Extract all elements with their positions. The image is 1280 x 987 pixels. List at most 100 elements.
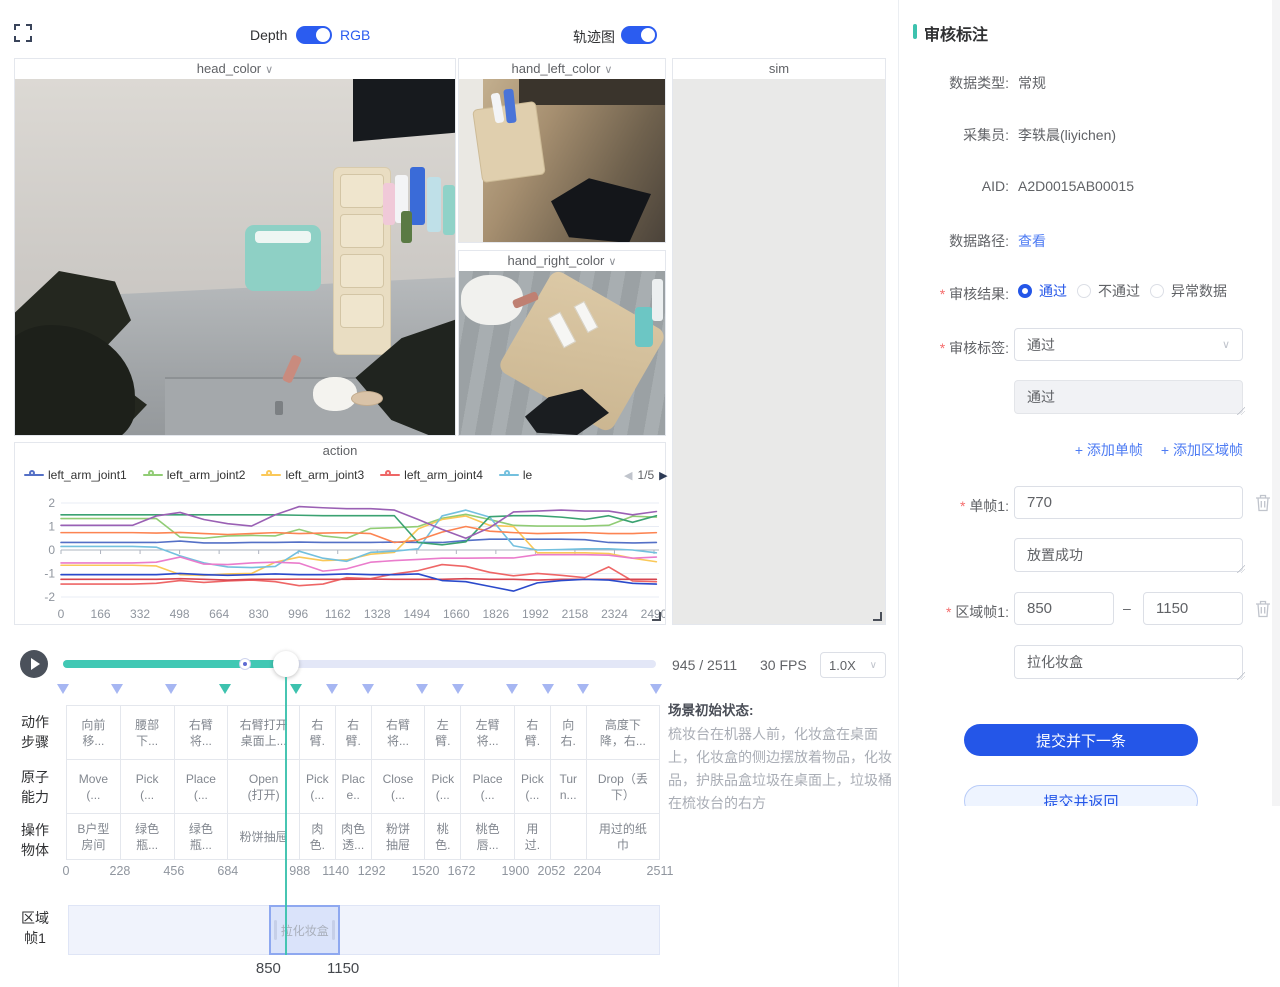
timeline-marker-icon[interactable] (326, 684, 338, 694)
table-cell-object: 绿色 瓶... (121, 814, 175, 859)
tag-note-textarea[interactable]: 通过 (1014, 380, 1243, 414)
table-cell-object: 桃 色. (425, 814, 461, 859)
sim-panel: sim (672, 58, 886, 625)
timeline-marker-icon[interactable] (452, 684, 464, 694)
data-path-view-link[interactable]: 查看 (1018, 231, 1046, 251)
speed-select[interactable]: 1.0X∨ (820, 652, 886, 678)
segment-handle-left[interactable] (274, 920, 277, 940)
scene-state-block: 场景初始状态: 梳妆台在机器人前，化妆盒在桌面上，化妆盒的侧边摆放着物品，化妆品… (668, 699, 896, 815)
action-chart: 210-1-2016633249866483099611621328149416… (15, 488, 665, 622)
table-cell-step: 右 臂. (515, 706, 551, 759)
rgb-label: RGB (340, 27, 370, 43)
frame-axis-label: 456 (163, 864, 184, 878)
action-chart-title: action (14, 443, 666, 458)
fullscreen-icon[interactable] (13, 23, 33, 43)
timeline-marker-icon[interactable] (542, 684, 554, 694)
svg-text:1494: 1494 (403, 607, 430, 621)
legend-series-icon (261, 470, 281, 480)
timeline-marker-icon[interactable] (290, 684, 302, 694)
single-frame-marker-dot[interactable] (240, 659, 250, 669)
table-cell-ability: Plac e.. (336, 760, 372, 813)
field-label-review-result: 审核结果: (899, 284, 1009, 304)
table-cell-ability: Move (... (67, 760, 121, 813)
frame-axis-label: 228 (109, 864, 130, 878)
review-result-radio[interactable]: 异常数据 (1150, 281, 1227, 301)
timeline-marker-icon[interactable] (416, 684, 428, 694)
timeline-marker-icon[interactable] (506, 684, 518, 694)
camera-title-hand-right[interactable]: hand_right_color∨ (459, 251, 665, 271)
timeline-marker-icon[interactable] (650, 684, 662, 694)
legend-item[interactable]: le (499, 468, 532, 482)
timeline-marker-icon[interactable] (111, 684, 123, 694)
camera-feed-hand-right (459, 271, 665, 435)
region-note-textarea[interactable]: 拉化妆盒 (1014, 645, 1243, 679)
segment-handle-right[interactable] (332, 920, 335, 940)
region-frame-track[interactable]: 拉化妆盒 (68, 905, 660, 955)
svg-text:1: 1 (48, 520, 55, 534)
submit-return-button[interactable]: 提交并返回 (964, 785, 1198, 806)
review-result-radio[interactable]: 通过 (1018, 281, 1067, 301)
frame-axis-label: 1140 (322, 864, 349, 878)
timeline-marker-icon[interactable] (57, 684, 69, 694)
delete-single-frame-icon[interactable] (1255, 494, 1271, 512)
timeline-marker-icon[interactable] (165, 684, 177, 694)
camera-title-head[interactable]: head_color∨ (15, 59, 455, 79)
field-label-single-frame: 单帧1: (899, 496, 1009, 516)
legend-prev-icon[interactable]: ◀ (624, 469, 632, 482)
table-cell-step: 右 臂. (336, 706, 372, 759)
add-region-frame-button[interactable]: + 添加区域帧 (1161, 440, 1243, 460)
review-result-options: 通过不通过异常数据 (1018, 281, 1227, 301)
row-label-atomic-ability: 原子 能力 (18, 767, 52, 807)
camera-title-hand-left[interactable]: hand_left_color∨ (459, 59, 665, 79)
timeline-marker-icon[interactable] (362, 684, 374, 694)
scene-state-title: 场景初始状态: (668, 699, 896, 719)
legend-next-icon[interactable]: ▶ (659, 469, 667, 482)
single-frame-input[interactable] (1014, 486, 1243, 519)
table-cell-ability: Close (... (372, 760, 426, 813)
timeline-slider[interactable] (63, 660, 656, 668)
frame-axis-label: 2204 (573, 864, 601, 878)
single-frame-note-textarea[interactable]: 放置成功 (1014, 538, 1243, 572)
table-cell-step: 右臂 将... (175, 706, 229, 759)
frame-axis-label: 1520 (412, 864, 440, 878)
table-cell-step: 高度下 降，右... (587, 706, 659, 759)
review-tag-select[interactable]: 通过∨ (1014, 328, 1243, 361)
submit-next-button[interactable]: 提交并下一条 (964, 724, 1198, 756)
field-label-collector: 采集员: (899, 125, 1009, 145)
frame-axis-label: 1672 (448, 864, 476, 878)
timeline-marker-icon[interactable] (577, 684, 589, 694)
depth-rgb-toggle[interactable] (296, 26, 332, 44)
region-start-input[interactable] (1014, 592, 1114, 625)
panel-resize-handle[interactable] (873, 612, 882, 621)
svg-text:166: 166 (91, 607, 111, 621)
delete-region-frame-icon[interactable] (1255, 600, 1271, 618)
panel-scrollbar[interactable] (1272, 0, 1280, 806)
svg-text:1992: 1992 (522, 607, 549, 621)
legend-item[interactable]: left_arm_joint4 (380, 468, 483, 482)
review-result-radio[interactable]: 不通过 (1077, 281, 1140, 301)
legend-page: 1/5 (637, 468, 654, 482)
region-segment[interactable]: 拉化妆盒 (269, 905, 340, 955)
table-cell-step: 右臂 将... (372, 706, 426, 759)
slider-handle[interactable] (273, 651, 299, 677)
frame-axis-label: 2052 (538, 864, 566, 878)
table-cell-ability: Pick (... (425, 760, 461, 813)
table-cell-object: 粉饼 抽屉 (372, 814, 426, 859)
legend-series-icon (380, 470, 400, 480)
add-frame-links: + 添加单帧 + 添加区域帧 (899, 440, 1243, 460)
trajectory-toggle[interactable] (621, 26, 657, 44)
row-label-action-steps: 动作 步骤 (18, 712, 52, 752)
legend-item[interactable]: left_arm_joint3 (261, 468, 364, 482)
radio-icon (1077, 284, 1091, 298)
timeline-marker-icon[interactable] (219, 684, 231, 694)
play-button[interactable] (20, 650, 48, 678)
legend-series-icon (143, 470, 163, 480)
sim-viewport[interactable] (673, 79, 885, 624)
legend-item[interactable]: left_arm_joint2 (143, 468, 246, 482)
table-cell-step: 向 右. (551, 706, 587, 759)
panel-resize-handle[interactable] (652, 612, 661, 621)
add-single-frame-button[interactable]: + 添加单帧 (1075, 440, 1143, 460)
region-end-input[interactable] (1143, 592, 1243, 625)
action-steps-row: 向前 移...腰部 下...右臂 将...右臂打开 桌面上...右 臂.右 臂.… (66, 705, 660, 760)
legend-item[interactable]: left_arm_joint1 (24, 468, 127, 482)
